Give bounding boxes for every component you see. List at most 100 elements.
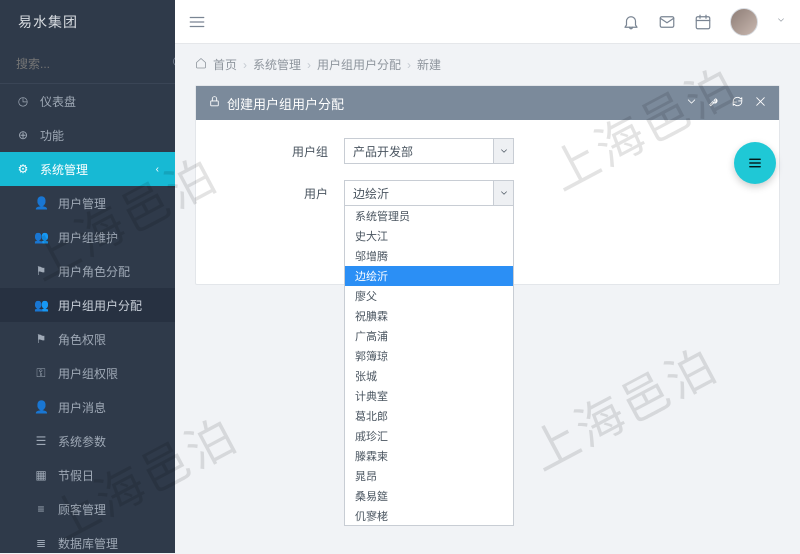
- breadcrumb-page[interactable]: 用户组用户分配: [317, 56, 401, 73]
- chevron-down-icon: [499, 146, 509, 156]
- breadcrumb-sep: ›: [243, 58, 247, 72]
- hamburger-icon: [188, 13, 206, 31]
- refresh-button[interactable]: [731, 95, 744, 111]
- sidebar-sub-role-perm[interactable]: ⚑ 角色权限: [0, 322, 175, 356]
- sidebar-item-label: 顾客管理: [58, 501, 106, 518]
- list-item[interactable]: 晁昂: [345, 466, 513, 486]
- close-button[interactable]: [754, 95, 767, 111]
- user-select[interactable]: 边绘沂: [344, 180, 514, 206]
- globe-icon: ⊕: [16, 128, 30, 142]
- calendar-icon: [694, 13, 712, 31]
- breadcrumb-current: 新建: [417, 56, 441, 73]
- list-item[interactable]: 戚珍汇: [345, 426, 513, 446]
- sidebar-item-dashboard[interactable]: ◷ 仪表盘: [0, 84, 175, 118]
- sidebar-sub-customer[interactable]: ≡ 顾客管理: [0, 492, 175, 526]
- sidebar-item-features[interactable]: ⊕ 功能: [0, 118, 175, 152]
- breadcrumb-home[interactable]: 首页: [213, 56, 237, 73]
- sidebar-search: [0, 44, 175, 84]
- flag-icon: ⚑: [34, 264, 48, 278]
- breadcrumb: 首页 › 系统管理 › 用户组用户分配 › 新建: [195, 56, 780, 73]
- panel-header: 创建用户组用户分配: [196, 86, 779, 120]
- flag-icon: ⚑: [34, 332, 48, 346]
- list-item[interactable]: 系统管理员: [345, 206, 513, 226]
- breadcrumb-system[interactable]: 系统管理: [253, 56, 301, 73]
- group-select[interactable]: 产品开发部: [344, 138, 514, 164]
- sidebar-sub-database[interactable]: ≣数据库管理: [0, 526, 175, 553]
- list-item[interactable]: 葛北郎: [345, 406, 513, 426]
- envelope-icon: [658, 13, 676, 31]
- list-item[interactable]: 张城: [345, 366, 513, 386]
- chevron-down-icon: [685, 95, 698, 108]
- panel-title: 创建用户组用户分配: [227, 94, 344, 113]
- sidebar-item-label: 系统参数: [58, 433, 106, 450]
- calendar-icon: ▦: [34, 468, 48, 482]
- panel-body: 用户组 产品开发部 用户 边绘沂 系统管理员 史大江 邬增腾 边绘沂 廖父: [196, 120, 779, 250]
- sidebar-sub-user-msg[interactable]: 👤 用户消息: [0, 390, 175, 424]
- sidebar-sub-group-perm[interactable]: ⚿用户组权限: [0, 356, 175, 390]
- list-item[interactable]: 史大江: [345, 226, 513, 246]
- search-input[interactable]: [16, 57, 171, 71]
- collapse-button[interactable]: [685, 95, 698, 111]
- calendar-button[interactable]: [694, 13, 712, 31]
- bell-icon: [622, 13, 640, 31]
- list-item[interactable]: 滕霖柬: [345, 446, 513, 466]
- sidebar-item-label: 仪表盘: [40, 93, 76, 110]
- list-item[interactable]: 桑易筵: [345, 486, 513, 506]
- chevron-down-icon: [499, 188, 509, 198]
- header-controls: [622, 8, 800, 36]
- list-item[interactable]: 计典室: [345, 386, 513, 406]
- brand-title: 易水集团: [0, 0, 175, 44]
- users-icon: 👥: [34, 298, 48, 312]
- list-icon: ≡: [34, 502, 48, 516]
- sidebar-item-label: 数据库管理: [58, 535, 118, 552]
- list-item[interactable]: 邬增腾: [345, 246, 513, 266]
- list-item[interactable]: 祝腆霖: [345, 306, 513, 326]
- dropdown-arrow: [493, 139, 513, 163]
- sidebar-item-label: 节假日: [58, 467, 94, 484]
- sidebar-sub-role-assign[interactable]: ⚑ 用户角色分配: [0, 254, 175, 288]
- menu-toggle-button[interactable]: [175, 0, 219, 44]
- sidebar-item-system-mgmt[interactable]: ⚙ 系统管理 ‹: [0, 152, 175, 186]
- notifications-button[interactable]: [622, 13, 640, 31]
- avatar[interactable]: [730, 8, 758, 36]
- sidebar-item-label: 功能: [40, 127, 64, 144]
- lock-icon: [208, 95, 221, 111]
- refresh-icon: [731, 95, 744, 108]
- sidebar-item-label: 用户组用户分配: [58, 297, 142, 314]
- breadcrumb-sep: ›: [307, 58, 311, 72]
- sidebar-sub-sys-param[interactable]: ☰ 系统参数: [0, 424, 175, 458]
- settings-button[interactable]: [708, 95, 721, 111]
- main-content: 首页 › 系统管理 › 用户组用户分配 › 新建 创建用户组用户分配 用户组 产: [175, 44, 800, 553]
- sidebar-sub-group-maint[interactable]: 👥用户组维护: [0, 220, 175, 254]
- sidebar-sub-holiday[interactable]: ▦ 节假日: [0, 458, 175, 492]
- chevron-down-icon: [776, 15, 786, 25]
- sidebar-sub-group-user-assign[interactable]: 👥 用户组用户分配: [0, 288, 175, 322]
- sidebar: ◷ 仪表盘 ⊕ 功能 ⚙ 系统管理 ‹ 👤用户管理 👥用户组维护 ⚑ 用户角色分配…: [0, 44, 175, 553]
- list-item[interactable]: 廖父: [345, 286, 513, 306]
- user-menu-toggle[interactable]: [776, 15, 786, 28]
- user-icon: 👤: [34, 400, 48, 414]
- list-item[interactable]: 广高浦: [345, 326, 513, 346]
- sidebar-item-label: 角色权限: [58, 331, 106, 348]
- sliders-icon: ☰: [34, 434, 48, 448]
- sidebar-sub-user-mgmt[interactable]: 👤用户管理: [0, 186, 175, 220]
- form-row-user: 用户 边绘沂 系统管理员 史大江 邬增腾 边绘沂 廖父 祝腆霖 广高浦 郭簿琼 …: [224, 180, 751, 206]
- messages-button[interactable]: [658, 13, 676, 31]
- list-item[interactable]: 仉寥栳: [345, 506, 513, 526]
- top-header: 易水集团: [0, 0, 800, 44]
- home-icon: [195, 57, 207, 72]
- chevron-left-icon: ‹: [156, 164, 159, 175]
- users-icon: 👥: [34, 230, 48, 244]
- floating-action-button[interactable]: [734, 142, 776, 184]
- sidebar-item-label: 用户组权限: [58, 365, 118, 382]
- user-dropdown-list[interactable]: 系统管理员 史大江 邬增腾 边绘沂 廖父 祝腆霖 广高浦 郭簿琼 张城 计典室 …: [344, 206, 514, 526]
- user-select-value: 边绘沂: [353, 185, 389, 202]
- gauge-icon: ◷: [16, 94, 30, 108]
- group-select-value: 产品开发部: [353, 143, 413, 160]
- sidebar-item-label: 用户消息: [58, 399, 106, 416]
- group-label: 用户组: [224, 143, 344, 160]
- list-item[interactable]: 边绘沂: [345, 266, 513, 286]
- sidebar-item-label: 用户角色分配: [58, 263, 130, 280]
- list-item[interactable]: 郭簿琼: [345, 346, 513, 366]
- user-icon: 👤: [34, 196, 48, 210]
